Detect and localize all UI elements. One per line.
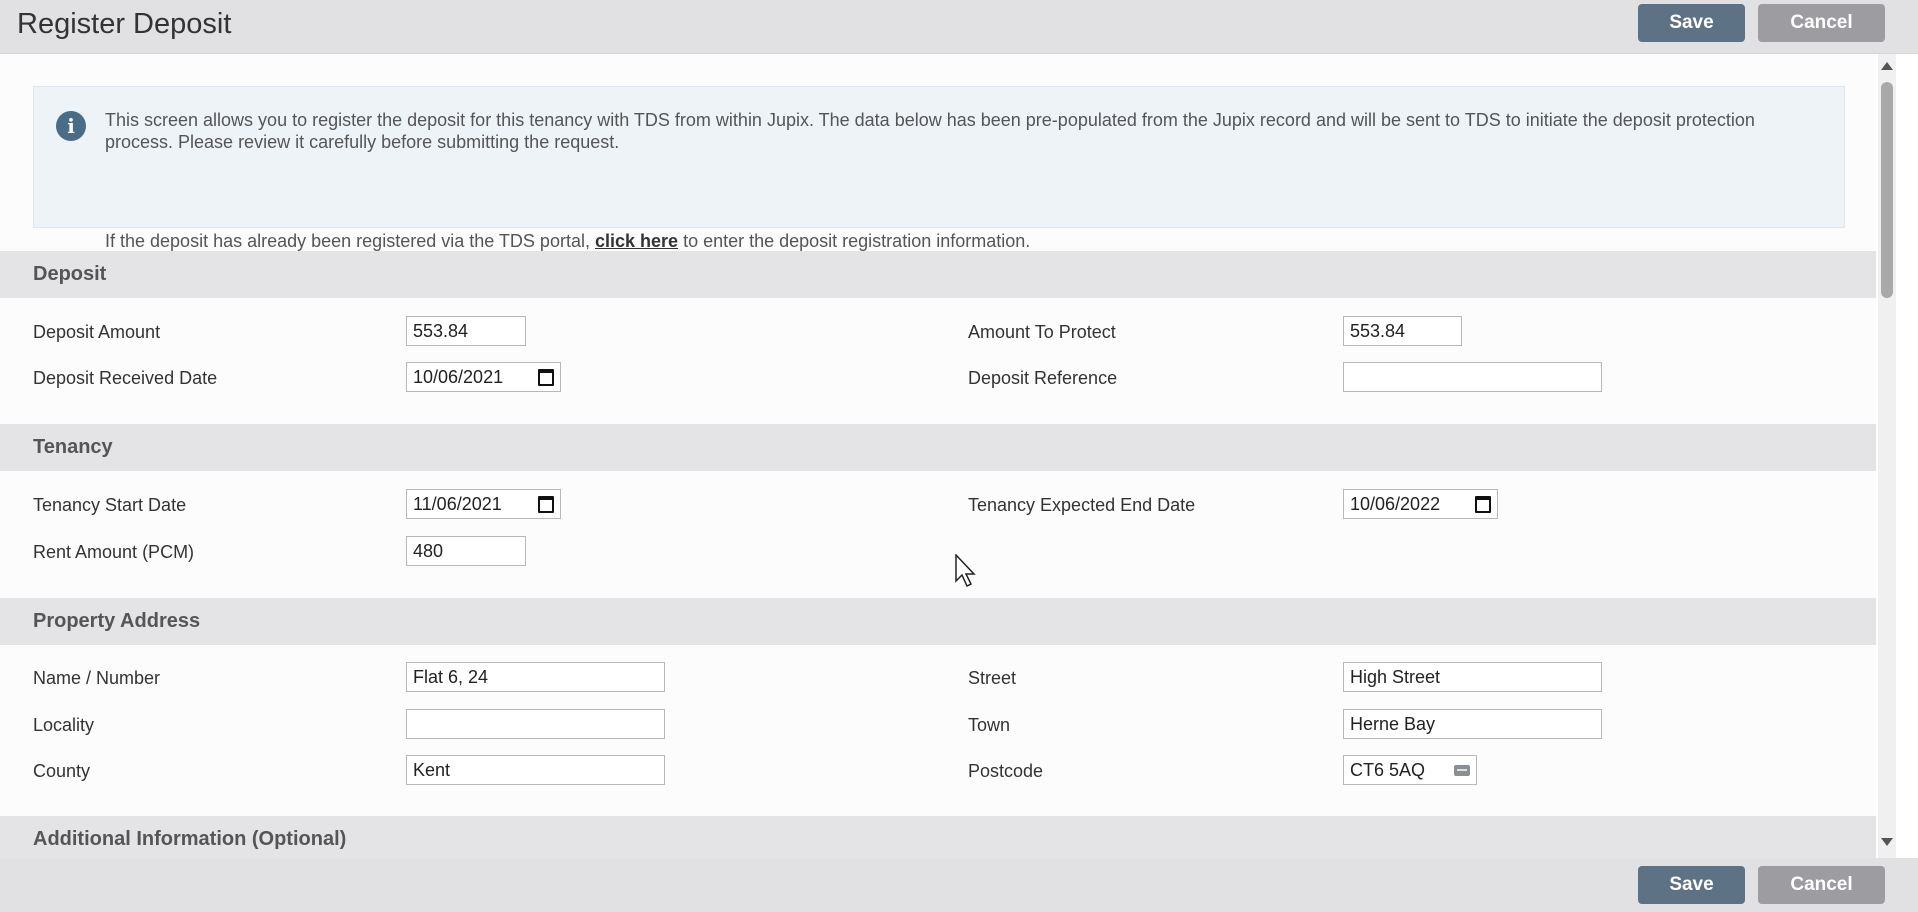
- section-additional-information: Additional Information (Optional): [0, 816, 1876, 858]
- street-field[interactable]: [1343, 662, 1602, 692]
- tenancy-end-date-field[interactable]: 10/06/2022: [1343, 489, 1498, 519]
- town-label: Town: [968, 715, 1011, 735]
- calendar-icon[interactable]: [1475, 495, 1491, 513]
- locality-input[interactable]: [413, 713, 658, 735]
- deposit-reference-field[interactable]: [1343, 362, 1602, 392]
- page-title: Register Deposit: [17, 8, 232, 40]
- info-portal-line: If the deposit has already been register…: [105, 231, 1030, 252]
- scrollbar[interactable]: [1878, 54, 1896, 858]
- info-portal-text: If the deposit has already been register…: [105, 231, 590, 251]
- amount-to-protect-input[interactable]: [1350, 320, 1455, 342]
- info-portal-text-after: to enter the deposit registration inform…: [683, 231, 1031, 251]
- info-icon: i: [56, 111, 86, 141]
- form-content: i This screen allows you to register the…: [0, 54, 1876, 858]
- footer-save-button[interactable]: Save: [1638, 866, 1745, 904]
- click-here-link[interactable]: click here: [595, 231, 678, 251]
- header-bar: Register Deposit Save Cancel: [0, 0, 1918, 54]
- tenancy-start-date-label: Tenancy Start Date: [33, 495, 187, 515]
- section-title-tenancy: Tenancy: [33, 436, 113, 458]
- postcode-label: Postcode: [968, 761, 1044, 781]
- tenancy-end-date-value: 10/06/2022: [1350, 493, 1441, 514]
- town-input[interactable]: [1350, 713, 1595, 735]
- calendar-icon[interactable]: [538, 368, 554, 386]
- footer-cancel-button[interactable]: Cancel: [1758, 866, 1885, 904]
- info-text: This screen allows you to register the d…: [105, 110, 1755, 152]
- amount-to-protect-field[interactable]: [1343, 316, 1462, 346]
- town-field[interactable]: [1343, 709, 1602, 739]
- tenancy-start-date-value: 11/06/2021: [413, 493, 502, 514]
- street-label: Street: [968, 668, 1017, 688]
- county-input[interactable]: [413, 759, 658, 781]
- deposit-received-date-label: Deposit Received Date: [33, 368, 218, 388]
- cancel-button[interactable]: Cancel: [1758, 4, 1885, 42]
- section-title-deposit: Deposit: [33, 263, 107, 285]
- tenancy-end-date-label: Tenancy Expected End Date: [968, 495, 1196, 515]
- mouse-cursor-icon: [955, 554, 976, 588]
- amount-to-protect-label: Amount To Protect: [968, 322, 1116, 342]
- deposit-reference-label: Deposit Reference: [968, 368, 1118, 388]
- county-field[interactable]: [406, 755, 665, 785]
- deposit-amount-field[interactable]: [406, 316, 526, 346]
- footer-bar: Save Cancel: [0, 858, 1918, 912]
- section-property-address: Property Address: [0, 598, 1876, 645]
- deposit-amount-input[interactable]: [413, 320, 519, 342]
- name-number-field[interactable]: [406, 662, 665, 692]
- section-deposit: Deposit: [0, 251, 1876, 298]
- deposit-reference-input[interactable]: [1350, 366, 1595, 388]
- street-input[interactable]: [1350, 666, 1595, 688]
- locality-label: Locality: [33, 715, 95, 735]
- info-box: i This screen allows you to register the…: [33, 86, 1845, 251]
- section-tenancy: Tenancy: [0, 424, 1876, 471]
- name-number-input[interactable]: [413, 666, 658, 688]
- scroll-thumb[interactable]: [1881, 82, 1893, 298]
- rent-amount-label: Rent Amount (PCM): [33, 542, 195, 562]
- county-label: County: [33, 761, 91, 781]
- postcode-field[interactable]: CT6 5AQ: [1343, 755, 1477, 785]
- deposit-received-date-value: 10/06/2021: [413, 366, 504, 387]
- scroll-up-icon[interactable]: [1881, 62, 1893, 70]
- scroll-down-icon[interactable]: [1881, 838, 1893, 846]
- postcode-value: CT6 5AQ: [1350, 759, 1426, 780]
- rent-amount-input[interactable]: [413, 540, 519, 562]
- section-title-additional-information: Additional Information (Optional): [33, 828, 347, 850]
- section-title-property-address: Property Address: [33, 610, 201, 632]
- rent-amount-field[interactable]: [406, 536, 526, 566]
- deposit-amount-label: Deposit Amount: [33, 322, 161, 342]
- save-button[interactable]: Save: [1638, 4, 1745, 42]
- calendar-icon[interactable]: [538, 495, 554, 513]
- locality-field[interactable]: [406, 709, 665, 739]
- tenancy-start-date-field[interactable]: 11/06/2021: [406, 489, 561, 519]
- name-number-label: Name / Number: [33, 668, 161, 688]
- deposit-received-date-field[interactable]: 10/06/2021: [406, 362, 561, 392]
- autofill-icon[interactable]: [1454, 764, 1470, 776]
